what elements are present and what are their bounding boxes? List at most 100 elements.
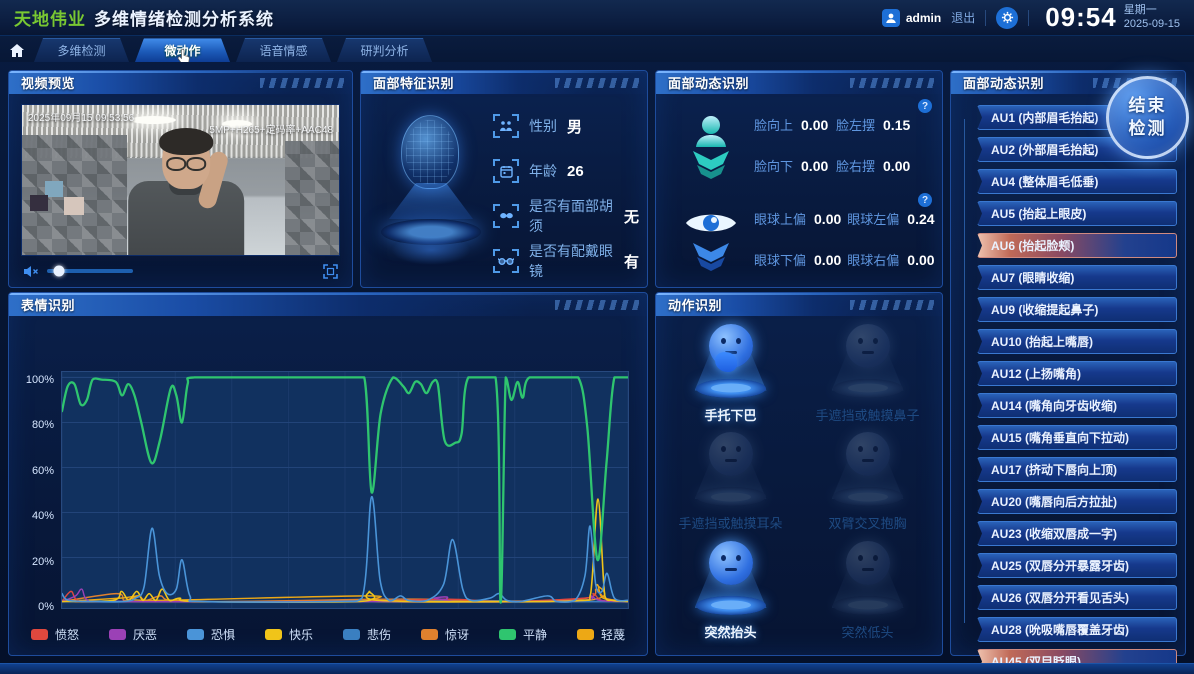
panel-title: 表情识别 bbox=[9, 295, 75, 314]
legend-swatch bbox=[31, 629, 48, 640]
legend-swatch bbox=[109, 629, 126, 640]
legend-swatch bbox=[499, 629, 516, 640]
au-list-item[interactable]: AU5 (抬起上眼皮) bbox=[977, 201, 1177, 226]
tab-voice-emotion[interactable]: 语音情感 bbox=[236, 38, 331, 62]
metric: 眼球下偏0.00 bbox=[754, 250, 841, 269]
action-item[interactable]: 手托下巴 bbox=[662, 323, 799, 432]
page-title: 多维情绪检测分析系统 bbox=[94, 5, 274, 30]
panel-title: 动作识别 bbox=[656, 295, 722, 314]
settings-button[interactable] bbox=[996, 7, 1018, 29]
y-tick-label: 60% bbox=[32, 466, 54, 477]
help-icon[interactable]: ? bbox=[918, 193, 932, 207]
fullscreen-icon bbox=[323, 264, 338, 279]
time-display: 09:54 bbox=[1045, 2, 1117, 33]
panel-title: 面部动态识别 bbox=[656, 73, 749, 92]
legend-swatch bbox=[577, 629, 594, 640]
video-preview-panel: 视频预览 2025年09月15 09:53:56 5MP+H265+定 bbox=[8, 70, 353, 288]
au-list-item[interactable]: AU6 (抬起脸颊) bbox=[977, 233, 1177, 258]
divider bbox=[1028, 10, 1029, 26]
eye-gaze-metrics: 眼球上偏0.00眼球左偏0.24眼球下偏0.00眼球右偏0.00 bbox=[754, 209, 912, 269]
y-tick-label: 20% bbox=[32, 557, 54, 568]
metric: 脸左摆0.15 bbox=[836, 115, 912, 134]
emotion-analysis-app: 天地伟业 多维情绪检测分析系统 admin 退出 09:54 星期一 2025-… bbox=[0, 0, 1194, 674]
face-hologram bbox=[375, 107, 487, 275]
legend-item: 快乐 bbox=[265, 626, 313, 643]
au-list-item[interactable]: AU23 (收缩双唇成一字) bbox=[977, 521, 1177, 546]
stop-detection-button[interactable]: 结束检测 bbox=[1106, 76, 1189, 159]
legend-item: 惊讶 bbox=[421, 626, 469, 643]
user-chip[interactable]: admin bbox=[882, 9, 941, 27]
app-header: 天地伟业 多维情绪检测分析系统 admin 退出 09:54 星期一 2025-… bbox=[0, 0, 1194, 36]
feature-row-glasses: 是否有配戴眼镜 有 bbox=[493, 246, 639, 276]
metric: 眼球左偏0.24 bbox=[847, 209, 934, 228]
legend-item: 悲伤 bbox=[343, 626, 391, 643]
au-list-item[interactable]: AU7 (眼睛收缩) bbox=[977, 265, 1177, 290]
action-hologram-icon bbox=[689, 432, 773, 506]
face-features-panel: 面部特征识别 性别 男 年龄 26 bbox=[360, 70, 648, 288]
panel-title: 面部动态识别 bbox=[951, 73, 1044, 92]
header-right: admin 退出 09:54 星期一 2025-09-15 bbox=[882, 2, 1180, 33]
au-list-item[interactable]: AU9 (收缩提起鼻子) bbox=[977, 297, 1177, 322]
au-list-item[interactable]: AU12 (上扬嘴角) bbox=[977, 361, 1177, 386]
logout-button[interactable]: 退出 bbox=[951, 9, 975, 26]
legend-item: 恐惧 bbox=[187, 626, 235, 643]
metric: 脸向上0.00 bbox=[754, 115, 830, 134]
tab-micro-action[interactable]: 微动作 bbox=[135, 38, 230, 62]
eye-gaze-group: ? 眼球上偏0.00眼球左偏0.24眼球下偏0.00眼球右偏0.00 bbox=[666, 197, 934, 285]
legend-item: 平静 bbox=[499, 626, 547, 643]
head-pose-icon bbox=[680, 111, 742, 183]
feature-row-gender: 性别 男 bbox=[493, 111, 639, 141]
legend-swatch bbox=[343, 629, 360, 640]
expression-chart: 100%80%60%40%20%0% bbox=[19, 371, 629, 609]
panel-title: 视频预览 bbox=[9, 73, 75, 92]
action-item[interactable]: 突然抬头 bbox=[662, 540, 799, 649]
tab-multidim-detect[interactable]: 多维检测 bbox=[34, 38, 129, 62]
privacy-mosaic bbox=[285, 141, 339, 255]
au-list-item[interactable]: AU14 (嘴角向牙齿收缩) bbox=[977, 393, 1177, 418]
legend-swatch bbox=[187, 629, 204, 640]
fullscreen-button[interactable] bbox=[323, 264, 338, 279]
action-label: 双臂交叉抱胸 bbox=[828, 513, 906, 532]
tab-analysis[interactable]: 研判分析 bbox=[337, 38, 432, 62]
action-item[interactable]: 手遮挡或触摸耳朵 bbox=[662, 432, 799, 541]
au-list-item[interactable]: AU25 (双唇分开暴露牙齿) bbox=[977, 553, 1177, 578]
au-list-item[interactable]: AU20 (嘴唇向后方拉扯) bbox=[977, 489, 1177, 514]
action-label: 手遮挡或触摸耳朵 bbox=[678, 513, 782, 532]
action-hologram-icon bbox=[689, 541, 773, 615]
user-icon bbox=[882, 9, 900, 27]
divider bbox=[985, 10, 986, 26]
action-hologram-icon bbox=[826, 541, 910, 615]
au-list-item[interactable]: AU10 (抬起上嘴唇) bbox=[977, 329, 1177, 354]
y-tick-label: 100% bbox=[26, 375, 54, 386]
au-list-item[interactable]: AU4 (整体眉毛低垂) bbox=[977, 169, 1177, 194]
action-label: 手托下巴 bbox=[704, 405, 756, 424]
video-feed[interactable]: 2025年09月15 09:53:56 5MP+H265+定码率+AAC48 bbox=[21, 104, 340, 256]
username: admin bbox=[906, 11, 941, 25]
head-pose-metrics: 脸向上0.00脸左摆0.15脸向下0.00脸右摆0.00 bbox=[754, 115, 912, 175]
action-item[interactable]: 双臂交叉抱胸 bbox=[799, 432, 936, 541]
action-hologram-icon bbox=[689, 324, 773, 398]
metric: 脸右摆0.00 bbox=[836, 156, 912, 175]
y-tick-label: 0% bbox=[38, 602, 54, 613]
au-list-item[interactable]: AU26 (双唇分开看见舌头) bbox=[977, 585, 1177, 610]
bottom-bar bbox=[0, 663, 1194, 674]
volume-slider[interactable] bbox=[47, 269, 133, 273]
subject-person bbox=[121, 135, 251, 255]
home-button[interactable] bbox=[0, 38, 34, 62]
expression-recognition-panel: 表情识别 100%80%60%40%20%0% 愤怒厌恶恐惧快乐悲伤惊讶平静轻蔑 bbox=[8, 292, 648, 656]
au-list-item[interactable]: AU17 (挤动下唇向上顶) bbox=[977, 457, 1177, 482]
chart-plot-area bbox=[61, 371, 629, 609]
action-item[interactable]: 手遮挡或触摸鼻子 bbox=[799, 323, 936, 432]
au-list-item[interactable]: AU15 (嘴角垂直向下拉动) bbox=[977, 425, 1177, 450]
volume-knob[interactable] bbox=[54, 266, 65, 277]
actions-grid: 手托下巴 手遮挡或触摸鼻子 手遮挡或触摸耳朵 bbox=[662, 323, 936, 649]
au-list-item[interactable]: AU28 (吮吸嘴唇覆盖牙齿) bbox=[977, 617, 1177, 642]
help-icon[interactable]: ? bbox=[918, 99, 932, 113]
action-item[interactable]: 突然低头 bbox=[799, 540, 936, 649]
feature-rows: 性别 男 年龄 26 是否有面部胡须 无 是否 bbox=[493, 111, 639, 291]
legend-item: 愤怒 bbox=[31, 626, 79, 643]
panel-header: 视频预览 bbox=[9, 71, 352, 94]
feature-row-age: 年龄 26 bbox=[493, 156, 639, 186]
mute-icon[interactable] bbox=[23, 265, 39, 278]
cursor-hand-icon bbox=[177, 49, 190, 68]
